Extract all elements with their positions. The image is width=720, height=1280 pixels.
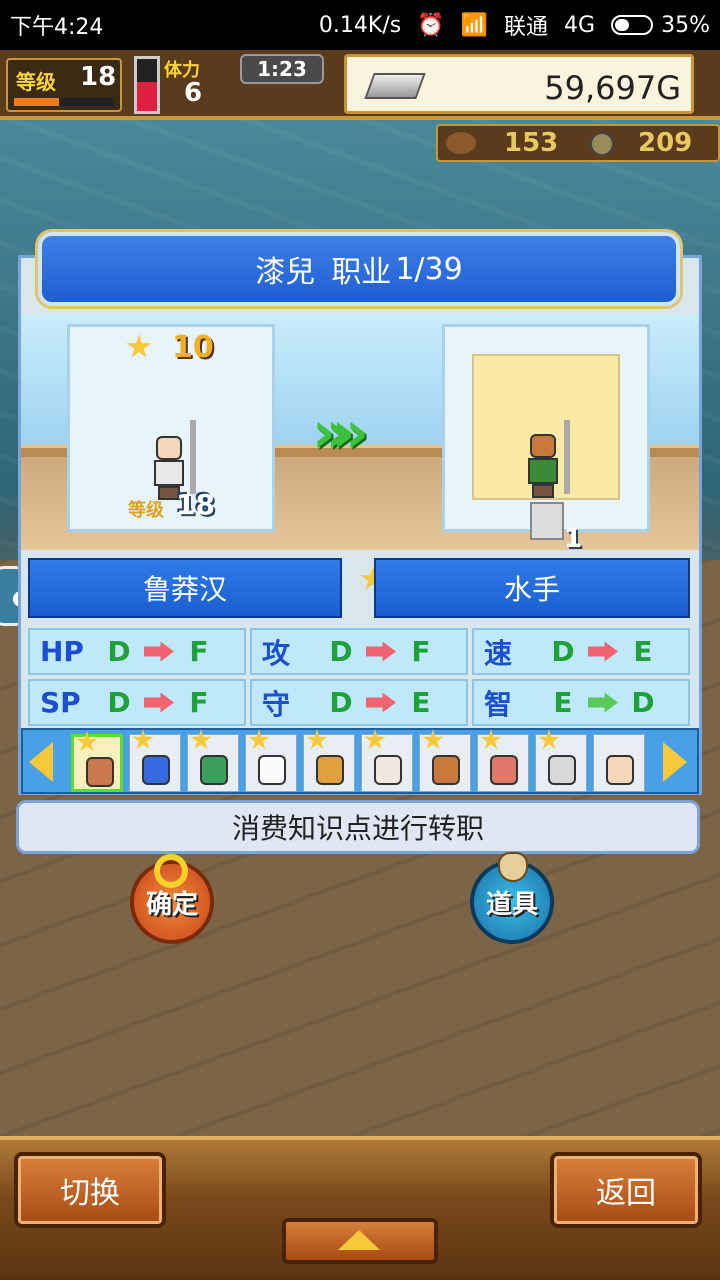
job-label: 职业 (331, 255, 392, 290)
roster-slot[interactable] (303, 729, 355, 792)
status-battery: 35% (661, 12, 710, 38)
roster-slot[interactable] (71, 731, 123, 792)
character-face-icon (142, 755, 170, 785)
expand-menu-button[interactable] (282, 1218, 438, 1264)
roster-slot[interactable] (419, 729, 471, 792)
roster-next-arrow-icon[interactable] (663, 742, 687, 782)
job-page: 1/39 (395, 251, 463, 287)
arrow-down-icon (366, 692, 396, 713)
star-icon (190, 729, 212, 750)
pitchfork-icon (564, 420, 570, 494)
wifi-icon: 📶 (460, 12, 489, 38)
meat-icon (446, 132, 476, 154)
character-face-icon (432, 755, 460, 785)
gold-value: 59,697G (544, 69, 681, 107)
roster-slot[interactable] (535, 729, 587, 792)
roster-slot[interactable] (187, 729, 239, 792)
star-icon (480, 729, 502, 750)
character-face-icon (490, 755, 518, 785)
stat-attack: 攻 D F (250, 628, 468, 675)
triangle-up-icon (338, 1230, 380, 1250)
status-time: 下午4:24 (10, 15, 104, 40)
resource-1-value: 153 (504, 128, 559, 158)
character-name: 漆兒 (255, 255, 316, 290)
star-icon (538, 729, 560, 750)
level-progress (14, 98, 114, 106)
star-icon (248, 729, 270, 750)
required-item-count: 1 (564, 524, 583, 554)
character-roster (21, 728, 699, 794)
battery-icon (611, 15, 654, 35)
arrow-down-icon (366, 641, 396, 662)
character-level: 18 (176, 488, 215, 521)
character-face-icon (374, 755, 402, 785)
current-job-card (67, 324, 275, 532)
star-icon (76, 731, 98, 752)
bag-icon (498, 852, 528, 882)
status-speed: 0.14K/s (318, 12, 402, 38)
character-face-icon (258, 755, 286, 785)
roster-slot[interactable] (593, 734, 645, 792)
arrow-down-icon (144, 692, 174, 713)
stat-change-grid: HP D F 攻 D F 速 D E SP D F 守 D E 智 E D (28, 628, 690, 726)
roster-slot[interactable] (245, 729, 297, 792)
status-bar: 下午4:24 0.14K/s ⏰ 📶 联通 4G 35% (0, 0, 720, 50)
stamina-timer: 1:23 (240, 54, 324, 84)
panel-title: 漆兒 职业 1/39 (38, 232, 680, 306)
target-character-sprite (522, 434, 562, 498)
star-icon (364, 729, 386, 750)
level-box: 等级 18 (6, 58, 122, 112)
info-message: 消费知识点进行转职 (16, 800, 700, 854)
arrow-up-icon (588, 692, 618, 713)
back-button[interactable]: 返回 (550, 1152, 702, 1228)
character-face-icon (606, 755, 634, 785)
arrow-down-icon (144, 641, 174, 662)
current-job-name: 鲁莽汉 (28, 558, 342, 618)
stat-sp: SP D F (28, 679, 246, 726)
roster-slot[interactable] (361, 729, 413, 792)
gold-display: 59,697G (344, 54, 694, 114)
status-carrier: 联通 (504, 15, 549, 40)
roster-slot[interactable] (477, 729, 529, 792)
character-face-icon (86, 757, 114, 787)
status-network: 4G (564, 12, 596, 38)
resource-2-value: 209 (638, 128, 693, 158)
stamina-value: 6 (184, 78, 203, 108)
target-job-name: 水手 (374, 558, 690, 618)
character-face-icon (316, 755, 344, 785)
pitchfork-icon (190, 420, 196, 494)
medal-icon (590, 132, 614, 156)
stat-intelligence: 智 E D (472, 679, 690, 726)
star-icon (132, 729, 154, 750)
character-face-icon (548, 755, 576, 785)
level-value: 18 (80, 62, 117, 92)
star-icon (306, 729, 328, 750)
stamina-gauge (134, 56, 160, 114)
circle-icon (154, 854, 188, 888)
roster-slot[interactable] (129, 729, 181, 792)
level-label: 等级 (16, 70, 56, 94)
star-icon (422, 729, 444, 750)
transform-arrows-icon: »» (312, 398, 369, 466)
level-tag: 等级 (128, 500, 164, 521)
character-face-icon (200, 755, 228, 785)
silver-bar-icon (364, 73, 426, 99)
rank-value: 10 (172, 330, 214, 365)
arrow-down-icon (588, 641, 618, 662)
stat-hp: HP D F (28, 628, 246, 675)
roster-prev-arrow-icon[interactable] (29, 742, 53, 782)
required-item-icon (530, 502, 564, 540)
alarm-icon: ⏰ (417, 12, 445, 38)
stat-speed: 速 D E (472, 628, 690, 675)
stat-defense: 守 D E (250, 679, 468, 726)
resource-bar: 153 209 (436, 124, 720, 162)
switch-button[interactable]: 切换 (14, 1152, 166, 1228)
